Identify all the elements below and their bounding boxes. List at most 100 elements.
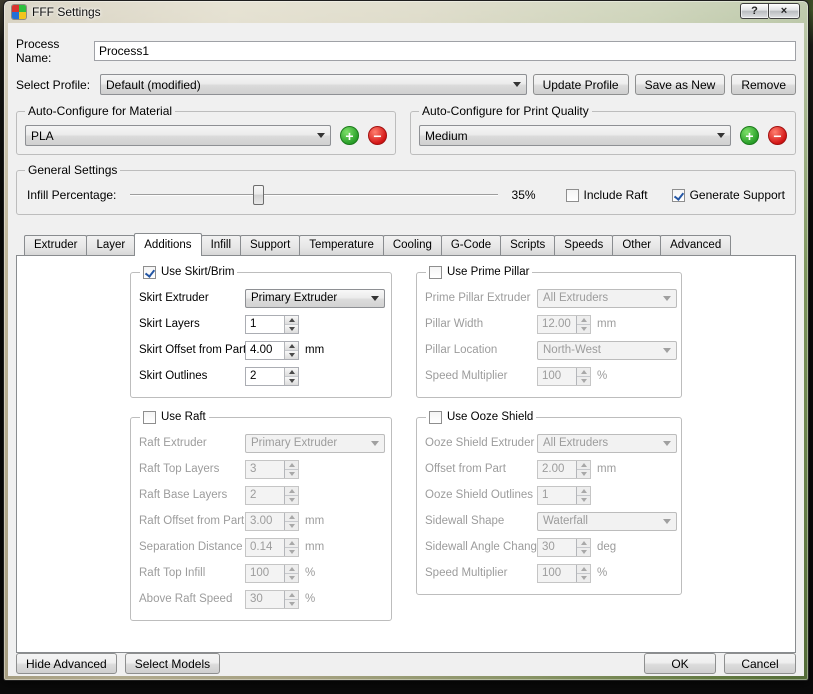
- update-profile-button[interactable]: Update Profile: [533, 74, 629, 95]
- tab-temperature[interactable]: Temperature: [299, 235, 384, 255]
- spin-down-icon: [577, 574, 590, 582]
- skirt-layers-spinbox[interactable]: 1: [245, 315, 299, 334]
- tab-infill[interactable]: Infill: [201, 235, 241, 255]
- cancel-button[interactable]: Cancel: [724, 653, 796, 674]
- field-row-ooze-shield-outlines: Ooze Shield Outlines1: [417, 482, 681, 508]
- title-bar[interactable]: FFF Settings ? ×: [4, 1, 808, 23]
- tab-extruder[interactable]: Extruder: [24, 235, 87, 255]
- field-row-skirt-outlines: Skirt Outlines2: [131, 363, 391, 389]
- chevron-down-icon: [717, 133, 725, 142]
- material-combo[interactable]: PLA: [25, 125, 331, 146]
- process-name-label: Process Name:: [16, 37, 94, 65]
- spin-down-icon[interactable]: [285, 377, 298, 385]
- combo-value: All Extruders: [543, 437, 657, 449]
- remove-quality-button[interactable]: −: [768, 126, 787, 145]
- spin-value: 30: [246, 591, 284, 608]
- spin-up-icon[interactable]: [285, 316, 298, 325]
- tab-advanced[interactable]: Advanced: [660, 235, 731, 255]
- remove-profile-button[interactable]: Remove: [731, 74, 796, 95]
- unit-label: mm: [305, 541, 324, 553]
- use-prime-pillar-checkbox[interactable]: Use Prime Pillar: [426, 265, 532, 279]
- save-as-new-button[interactable]: Save as New: [635, 74, 726, 95]
- hide-advanced-button[interactable]: Hide Advanced: [16, 653, 117, 674]
- speed-multiplier-spinbox: 100: [537, 564, 591, 583]
- tab-scripts[interactable]: Scripts: [500, 235, 555, 255]
- process-name-input[interactable]: Process1: [94, 41, 796, 61]
- checkbox-label: Use Skirt/Brim: [161, 265, 234, 279]
- checkbox-icon: [143, 266, 156, 279]
- tab-content-additions: Use Skirt/Brim Skirt ExtruderPrimary Extr…: [16, 255, 796, 653]
- chevron-down-icon: [663, 348, 671, 357]
- include-raft-checkbox[interactable]: Include Raft: [566, 188, 648, 202]
- help-button[interactable]: ?: [740, 3, 768, 19]
- auto-material-group: Auto-Configure for Material PLA + −: [16, 111, 396, 155]
- group-title: Auto-Configure for Material: [25, 104, 175, 118]
- plus-icon: +: [745, 129, 753, 143]
- quality-combo[interactable]: Medium: [419, 125, 731, 146]
- add-material-button[interactable]: +: [340, 126, 359, 145]
- field-label: Raft Extruder: [139, 437, 245, 449]
- spin-down-icon: [577, 548, 590, 556]
- spin-up-icon[interactable]: [285, 368, 298, 377]
- select-models-button[interactable]: Select Models: [125, 653, 220, 674]
- pillar-location-combo: North-West: [537, 341, 677, 360]
- chevron-down-icon: [371, 296, 379, 305]
- field-row-raft-base-layers: Raft Base Layers2: [131, 482, 391, 508]
- speed-multiplier-spinbox: 100: [537, 367, 591, 386]
- skirt-group: Use Skirt/BrimSkirt ExtruderPrimary Extr…: [130, 272, 392, 398]
- sidewall-shape-combo: Waterfall: [537, 512, 677, 531]
- spin-down-icon: [577, 496, 590, 504]
- tab-other[interactable]: Other: [612, 235, 661, 255]
- tab-cooling[interactable]: Cooling: [383, 235, 442, 255]
- field-label: Speed Multiplier: [425, 370, 537, 382]
- ooze-shield-group: Use Ooze ShieldOoze Shield ExtruderAll E…: [416, 417, 682, 595]
- spin-up-icon[interactable]: [285, 342, 298, 351]
- spin-down-icon[interactable]: [285, 325, 298, 333]
- skirt-offset-from-part-spinbox[interactable]: 4.00: [245, 341, 299, 360]
- spin-value: 2: [246, 368, 284, 385]
- spin-down-icon: [285, 522, 298, 530]
- use-ooze-shield-checkbox[interactable]: Use Ooze Shield: [426, 410, 536, 424]
- field-label: Raft Base Layers: [139, 489, 245, 501]
- profile-combo[interactable]: Default (modified): [100, 74, 527, 95]
- slider-track: [130, 194, 497, 196]
- spin-up-icon: [285, 565, 298, 574]
- tab-additions[interactable]: Additions: [134, 233, 201, 256]
- field-label: Skirt Offset from Part: [139, 344, 245, 356]
- add-quality-button[interactable]: +: [740, 126, 759, 145]
- auto-configure-row: Auto-Configure for Material PLA + − Auto…: [16, 111, 796, 155]
- chevron-down-icon: [317, 133, 325, 142]
- process-name-row: Process Name: Process1: [16, 37, 796, 65]
- tab-g-code[interactable]: G-Code: [441, 235, 501, 255]
- spin-down-icon: [285, 548, 298, 556]
- prime-pillar-extruder-combo: All Extruders: [537, 289, 677, 308]
- spin-value: 30: [538, 539, 576, 556]
- tab-layer[interactable]: Layer: [86, 235, 135, 255]
- remove-material-button[interactable]: −: [368, 126, 387, 145]
- spin-down-icon[interactable]: [285, 351, 298, 359]
- process-name-value: Process1: [99, 44, 149, 58]
- generate-support-checkbox[interactable]: Generate Support: [672, 188, 785, 202]
- slider-handle[interactable]: [253, 185, 264, 205]
- infill-slider[interactable]: [130, 185, 497, 205]
- tab-support[interactable]: Support: [240, 235, 300, 255]
- pillar-width-spinbox: 12.00: [537, 315, 591, 334]
- spin-buttons: [284, 342, 298, 359]
- spin-up-icon: [285, 487, 298, 496]
- field-label: Skirt Extruder: [139, 292, 245, 304]
- use-raft-checkbox[interactable]: Use Raft: [140, 410, 209, 424]
- use-skirt-brim-checkbox[interactable]: Use Skirt/Brim: [140, 265, 237, 279]
- spin-buttons: [576, 368, 590, 385]
- group-title: General Settings: [25, 163, 120, 177]
- field-label: Prime Pillar Extruder: [425, 292, 537, 304]
- skirt-outlines-spinbox[interactable]: 2: [245, 367, 299, 386]
- spin-value: 2.00: [538, 461, 576, 478]
- ok-button[interactable]: OK: [644, 653, 716, 674]
- field-label: Offset from Part: [425, 463, 537, 475]
- tab-speeds[interactable]: Speeds: [554, 235, 613, 255]
- skirt-extruder-combo[interactable]: Primary Extruder: [245, 289, 385, 308]
- close-button[interactable]: ×: [768, 3, 800, 19]
- combo-value: Medium: [425, 129, 711, 143]
- spin-buttons: [284, 461, 298, 478]
- spin-value: 1: [538, 487, 576, 504]
